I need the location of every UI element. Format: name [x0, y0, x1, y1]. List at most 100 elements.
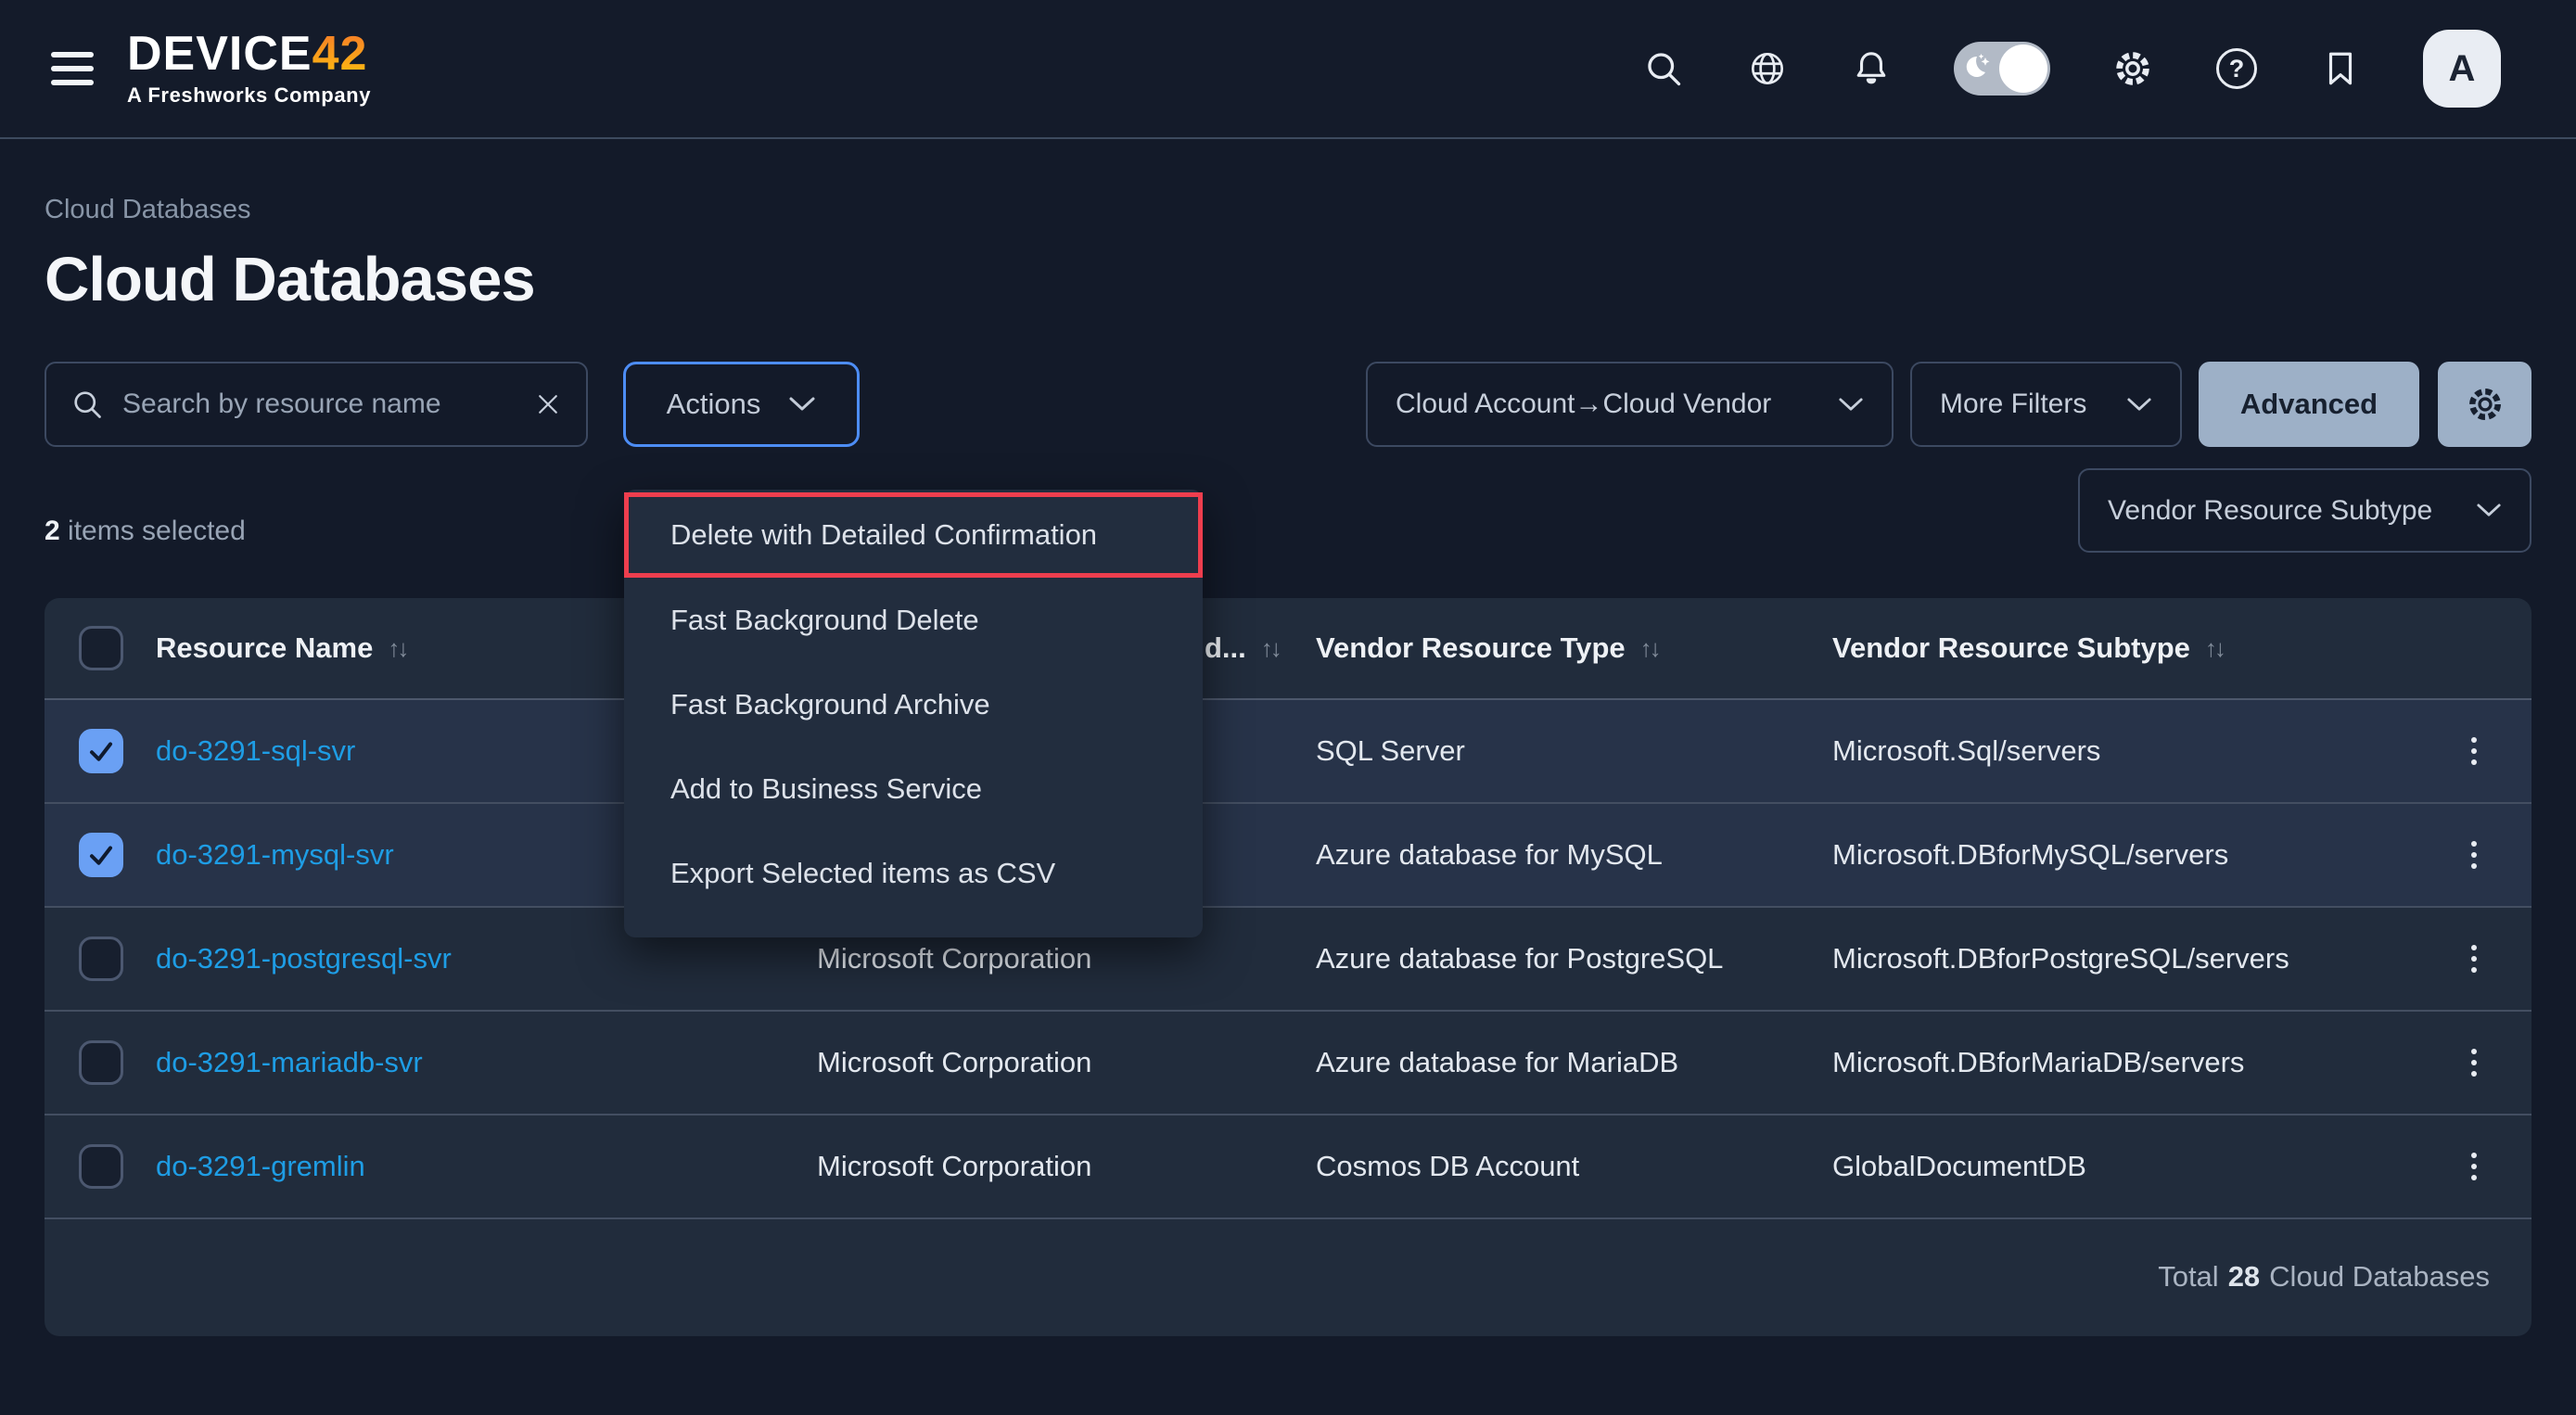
type-cell: Cosmos DB Account [1316, 1150, 1832, 1183]
type-cell: Azure database for PostgreSQL [1316, 942, 1832, 975]
table-row: do-3291-gremlin Microsoft Corporation Co… [45, 1115, 2531, 1219]
menu-item-fast-background-archive[interactable]: Fast Background Archive [624, 662, 1203, 746]
more-filters-label: More Filters [1940, 389, 2086, 420]
row-checkbox[interactable] [79, 937, 123, 981]
toggle-knob [1999, 45, 2047, 93]
header-truncated-label: d... [1205, 631, 1246, 665]
row-checkbox[interactable] [79, 833, 123, 877]
avatar-initial: A [2449, 48, 2476, 90]
selection-summary: 2 items selected [45, 516, 246, 547]
search-box [45, 362, 588, 447]
vendor-cell: Microsoft Corporation [817, 942, 1316, 975]
footer-total-suffix: Cloud Databases [2269, 1260, 2490, 1294]
selection-count: 2 [45, 516, 60, 546]
settings-gear-icon[interactable] [2111, 47, 2154, 90]
gear-icon [2465, 384, 2506, 425]
logo-brand: DEVICE [127, 27, 312, 81]
resource-name-link[interactable]: do-3291-gremlin [156, 1150, 817, 1183]
type-cell: Azure database for MariaDB [1316, 1046, 1832, 1079]
search-icon[interactable] [1642, 47, 1685, 90]
cloud-databases-table: Resource Name ↑↓ Vendor Resource Type ↑↓… [45, 598, 2531, 1336]
sort-icon: ↑↓ [388, 634, 406, 663]
chevron-down-icon [2476, 503, 2502, 518]
menu-item-delete-with-detailed-confirmation[interactable]: Delete with Detailed Confirmation [629, 497, 1198, 573]
header-resource-name-label: Resource Name [156, 631, 373, 665]
sort-icon: ↑↓ [1640, 634, 1659, 663]
search-input[interactable] [122, 389, 516, 420]
highlighted-menu-item-frame: Delete with Detailed Confirmation [624, 492, 1203, 578]
logo-accent: 42 [312, 27, 368, 81]
moon-icon [1961, 50, 1998, 87]
notifications-bell-icon[interactable] [1850, 47, 1893, 90]
sub-toolbar: 2 items selected Vendor Resource Subtype [45, 447, 2531, 598]
avatar[interactable]: A [2423, 30, 2501, 108]
row-checkbox[interactable] [79, 729, 123, 773]
selection-label: items selected [60, 516, 246, 546]
row-checkbox[interactable] [79, 1144, 123, 1189]
resource-name-link[interactable]: do-3291-mariadb-svr [156, 1046, 817, 1079]
theme-toggle[interactable] [1954, 42, 2050, 96]
subtype-cell: Microsoft.DBforPostgreSQL/servers [1832, 942, 2435, 975]
menu-item-export-selected-csv[interactable]: Export Selected items as CSV [624, 831, 1203, 915]
row-menu-button[interactable] [2450, 721, 2498, 781]
footer-total-prefix: Total [2158, 1260, 2218, 1294]
logo-subtitle: A Freshworks Company [127, 83, 371, 108]
resource-name-link[interactable]: do-3291-postgresql-svr [156, 942, 817, 975]
bookmark-icon[interactable] [2319, 47, 2362, 90]
subtype-filter-label: Vendor Resource Subtype [2108, 495, 2432, 527]
type-cell: Azure database for MySQL [1316, 838, 1832, 872]
cloud-vendor-filter[interactable]: Cloud Account→Cloud Vendor [1366, 362, 1894, 447]
menu-item-fast-background-delete[interactable]: Fast Background Delete [624, 578, 1203, 662]
table-footer: Total 28 Cloud Databases [45, 1219, 2531, 1334]
vendor-cell: Microsoft Corporation [817, 1150, 1316, 1183]
actions-button-label: Actions [667, 388, 761, 421]
header-vendor-resource-type[interactable]: Vendor Resource Type ↑↓ [1316, 631, 1832, 665]
topbar-actions: ? A [1642, 30, 2501, 108]
device42-logo: DEVICE42 A Freshworks Company [127, 30, 371, 108]
chevron-down-icon [788, 396, 816, 413]
table-row: do-3291-mariadb-svr Microsoft Corporatio… [45, 1012, 2531, 1115]
toolbar: Actions Cloud Account→Cloud Vendor More … [45, 362, 2531, 447]
row-menu-button[interactable] [2450, 825, 2498, 885]
subtype-cell: GlobalDocumentDB [1832, 1150, 2435, 1183]
table-settings-button[interactable] [2438, 362, 2531, 447]
breadcrumb: Cloud Databases [45, 195, 2531, 225]
subtype-cell: Microsoft.Sql/servers [1832, 734, 2435, 768]
menu-icon[interactable] [51, 52, 97, 85]
actions-dropdown-menu: Delete with Detailed Confirmation Fast B… [624, 490, 1203, 937]
advanced-button[interactable]: Advanced [2199, 362, 2419, 447]
header-vendor-resource-type-label: Vendor Resource Type [1316, 631, 1626, 665]
search-icon [70, 388, 104, 421]
vendor-cell: Microsoft Corporation [817, 1046, 1316, 1079]
actions-button[interactable]: Actions [623, 362, 860, 447]
help-icon[interactable]: ? [2215, 47, 2258, 90]
subtype-cell: Microsoft.DBforMariaDB/servers [1832, 1046, 2435, 1079]
clear-search-icon[interactable] [534, 390, 562, 418]
header-truncated-column[interactable]: d... ↑↓ [1205, 598, 1280, 698]
row-checkbox[interactable] [79, 1040, 123, 1085]
table-header-row: Resource Name ↑↓ Vendor Resource Type ↑↓… [45, 598, 2531, 700]
type-cell: SQL Server [1316, 734, 1832, 768]
table-row: do-3291-postgresql-svr Microsoft Corpora… [45, 908, 2531, 1012]
chevron-down-icon [1838, 397, 1864, 413]
more-filters-dropdown[interactable]: More Filters [1910, 362, 2182, 447]
table-row: do-3291-sql-svr SQL Server Microsoft.Sql… [45, 700, 2531, 804]
cloud-vendor-filter-label: Cloud Account→Cloud Vendor [1396, 389, 1771, 420]
header-vendor-resource-subtype-label: Vendor Resource Subtype [1832, 631, 2190, 665]
help-glyph: ? [2229, 55, 2245, 83]
chevron-down-icon [2126, 397, 2152, 413]
vendor-resource-subtype-filter[interactable]: Vendor Resource Subtype [2078, 468, 2531, 553]
header-vendor-resource-subtype[interactable]: Vendor Resource Subtype ↑↓ [1832, 631, 2435, 665]
footer-total-count: 28 [2228, 1260, 2260, 1294]
main-content: Cloud Databases Cloud Databases Actions … [0, 195, 2576, 1336]
globe-icon[interactable] [1746, 47, 1789, 90]
row-menu-button[interactable] [2450, 1033, 2498, 1092]
sort-icon: ↑↓ [2205, 634, 2224, 663]
row-menu-button[interactable] [2450, 1137, 2498, 1196]
sort-icon: ↑↓ [1261, 634, 1280, 663]
menu-item-add-to-business-service[interactable]: Add to Business Service [624, 746, 1203, 831]
select-all-checkbox[interactable] [79, 626, 123, 670]
subtype-cell: Microsoft.DBforMySQL/servers [1832, 838, 2435, 872]
topbar: DEVICE42 A Freshworks Company ? [0, 0, 2576, 139]
row-menu-button[interactable] [2450, 929, 2498, 988]
